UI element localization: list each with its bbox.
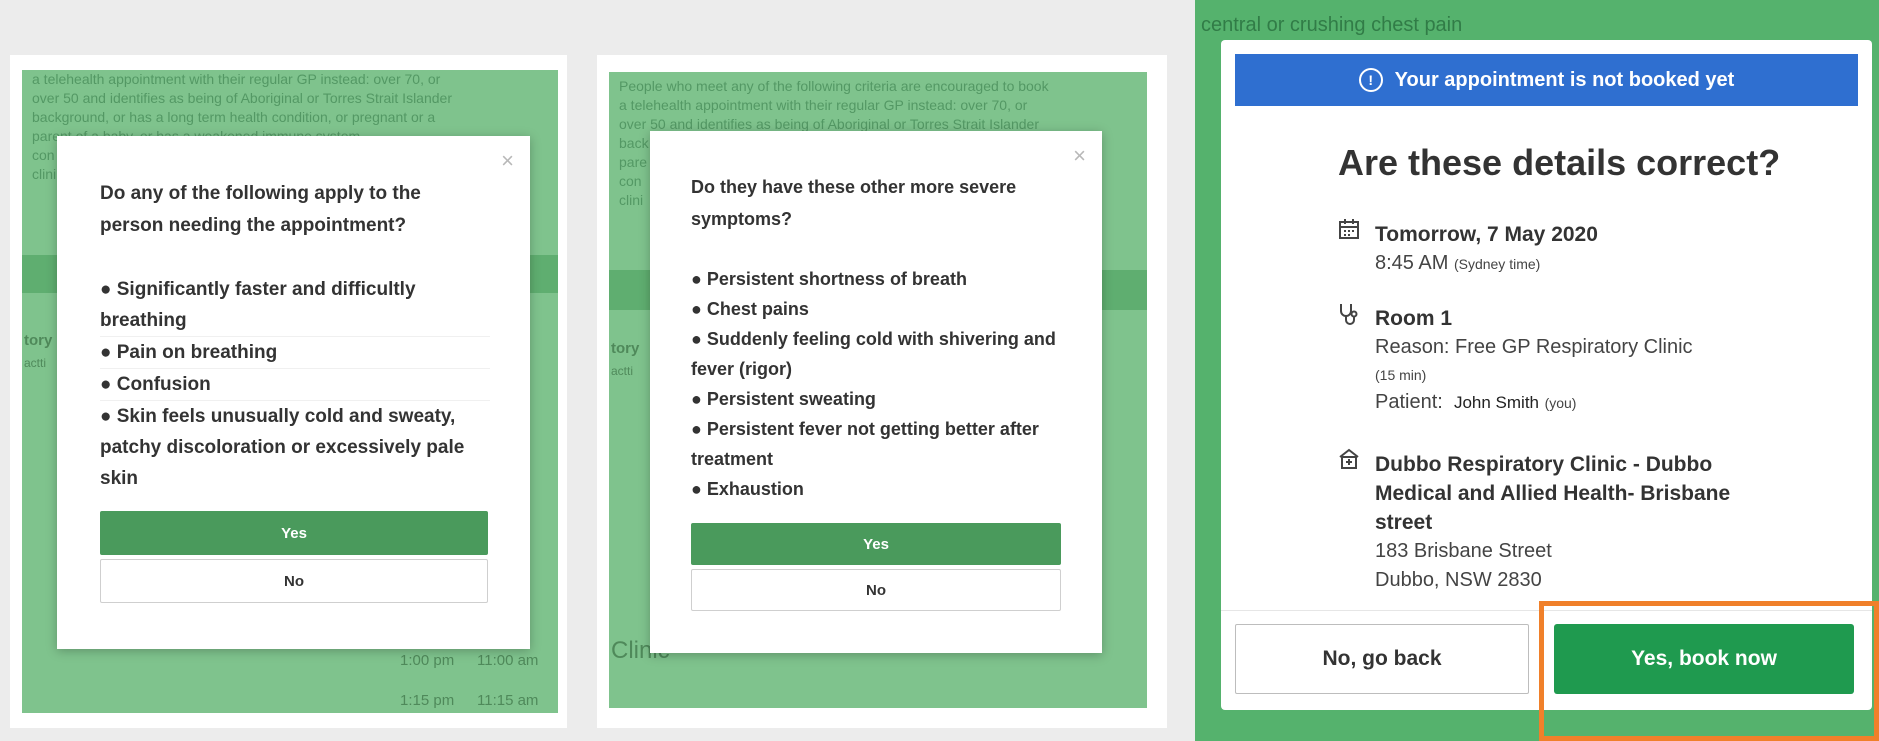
list-item: ● Pain on breathing <box>100 337 490 369</box>
close-icon[interactable]: × <box>501 150 514 172</box>
panel-1-bg-side-2: actti <box>24 356 47 370</box>
modal-1-symptom-list: ● Significantly faster and difficultly b… <box>100 274 490 494</box>
not-booked-banner: ! Your appointment is not booked yet <box>1235 54 1858 106</box>
clinic-name: Dubbo Respiratory Clinic - Dubbo Medical… <box>1375 453 1731 534</box>
clinic-address-2: Dubbo, NSW 2830 <box>1375 569 1542 591</box>
page-title: Are these details correct? <box>1338 142 1781 183</box>
list-item: ● Persistent fever not getting better af… <box>691 419 1039 469</box>
book-now-highlight <box>1539 601 1879 741</box>
list-item: ● Confusion <box>100 369 490 401</box>
no-button[interactable]: No <box>691 569 1061 611</box>
room-text: Room 1 <box>1375 307 1453 330</box>
list-item: ● Persistent shortness of breath <box>691 269 967 289</box>
panel-2-bg-side-1: tory <box>611 340 640 357</box>
clinic-icon <box>1338 448 1360 476</box>
date-text: Tomorrow, 7 May 2020 <box>1375 223 1598 246</box>
yes-button[interactable]: Yes <box>691 523 1061 565</box>
panel-2-bg-side-2: actti <box>611 364 634 378</box>
panel-1: a telehealth appointment with their regu… <box>10 55 567 728</box>
no-button[interactable]: No <box>100 559 488 603</box>
panel-1-bg-time: 1:15 pm <box>400 692 455 709</box>
list-item: ● Exhaustion <box>691 479 804 499</box>
duration-text: (15 min) <box>1375 367 1427 383</box>
info-icon: ! <box>1358 68 1383 92</box>
panel-3-background-text: central or crushing chest pain <box>1201 14 1463 36</box>
timezone-text: (Sydney time) <box>1453 256 1541 272</box>
appointment-room: Room 1 Reason: Free GP Respiratory Clini… <box>1375 304 1835 418</box>
yes-button[interactable]: Yes <box>100 511 488 555</box>
appointment-date: Tomorrow, 7 May 2020 8:45 AM (Sydney tim… <box>1375 220 1598 279</box>
list-item: ● Chest pains <box>691 299 809 319</box>
panel-1-bg-time: 1:00 pm <box>400 652 455 669</box>
panel-1-bg-side-1: tory <box>24 332 53 349</box>
list-item: ● Significantly faster and difficultly b… <box>100 274 490 337</box>
close-icon[interactable]: × <box>1073 145 1086 167</box>
list-item: ● Persistent sweating <box>691 389 876 409</box>
patient-you: (you) <box>1544 395 1577 411</box>
modal-1-question: Do any of the following apply to the per… <box>100 183 421 236</box>
list-item: ● Skin feels unusually cold and sweaty, … <box>100 406 465 489</box>
panel-1-bg-time: 11:00 am <box>477 652 539 669</box>
reason-text: Reason: Free GP Respiratory Clinic <box>1375 336 1693 358</box>
time-text: 8:45 AM <box>1375 252 1449 274</box>
clinic-details: Dubbo Respiratory Clinic - Dubbo Medical… <box>1375 450 1755 595</box>
modal-2-symptom-list: ● Persistent shortness of breath ● Chest… <box>691 264 1061 504</box>
stethoscope-icon <box>1338 302 1360 332</box>
go-back-button[interactable]: No, go back <box>1235 624 1529 694</box>
banner-text: Your appointment is not booked yet <box>1394 68 1735 91</box>
symptom-modal-1: × Do any of the following apply to the p… <box>57 136 530 649</box>
list-item: ● Suddenly feeling cold with shivering a… <box>691 329 1056 379</box>
patient-label: Patient: <box>1375 391 1443 413</box>
panel-2: People who meet any of the following cri… <box>597 55 1167 728</box>
patient-name: John Smith <box>1453 393 1539 412</box>
calendar-icon <box>1338 218 1360 246</box>
modal-2-question: Do they have these other more severe sym… <box>691 177 1017 229</box>
panel-1-bg-time: 11:15 am <box>477 692 539 709</box>
symptom-modal-2: × Do they have these other more severe s… <box>650 131 1102 653</box>
clinic-address-1: 183 Brisbane Street <box>1375 540 1552 562</box>
